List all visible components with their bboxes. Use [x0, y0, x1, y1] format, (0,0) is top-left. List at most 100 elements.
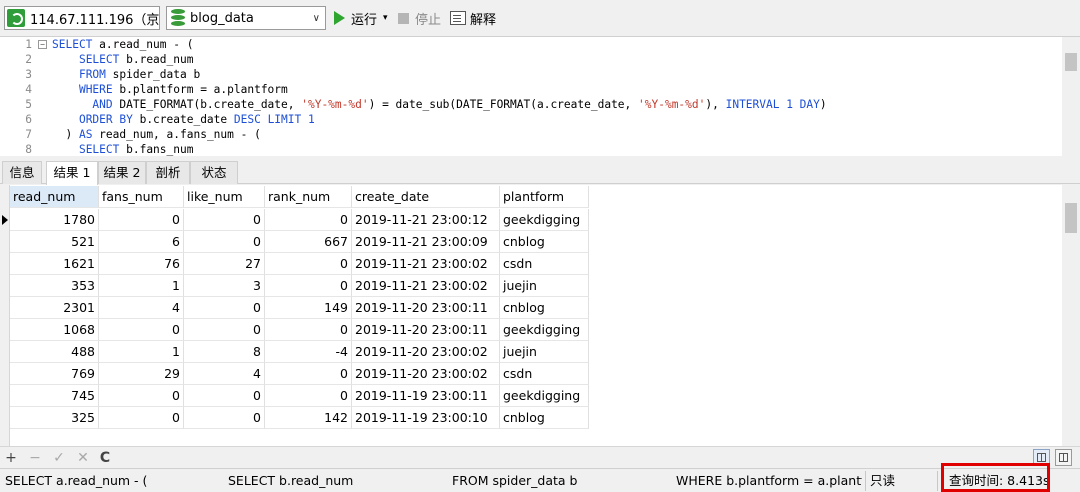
- table-cell[interactable]: 0: [265, 209, 352, 231]
- table-cell[interactable]: 4: [99, 297, 184, 319]
- table-cell[interactable]: 0: [265, 253, 352, 275]
- table-cell[interactable]: 2019-11-21 23:00:02: [352, 275, 500, 297]
- table-cell[interactable]: 1780: [10, 209, 99, 231]
- table-cell[interactable]: 667: [265, 231, 352, 253]
- discard-changes-icon[interactable]: ✕: [74, 449, 92, 467]
- table-cell[interactable]: 0: [184, 319, 265, 341]
- table-cell[interactable]: 2019-11-20 23:00:02: [352, 341, 500, 363]
- table-cell[interactable]: geekdigging: [500, 319, 589, 341]
- delete-record-icon[interactable]: −: [26, 449, 44, 467]
- code-line[interactable]: 7 ) AS read_num, a.fans_num - (: [0, 127, 1060, 142]
- column-header[interactable]: rank_num: [265, 186, 352, 208]
- column-header[interactable]: plantform: [500, 186, 589, 208]
- table-cell[interactable]: 325: [10, 407, 99, 429]
- table-cell[interactable]: 0: [184, 407, 265, 429]
- tab-info[interactable]: 信息: [2, 161, 42, 184]
- table-cell[interactable]: 0: [99, 407, 184, 429]
- table-cell[interactable]: 0: [184, 231, 265, 253]
- tab-status[interactable]: 状态: [190, 161, 238, 184]
- code-line[interactable]: 8 SELECT b.fans_num: [0, 142, 1060, 156]
- code-line[interactable]: 6 ORDER BY b.create_date DESC LIMIT 1: [0, 112, 1060, 127]
- table-cell[interactable]: cnblog: [500, 297, 589, 319]
- table-cell[interactable]: 2019-11-20 23:00:11: [352, 297, 500, 319]
- table-cell[interactable]: cnblog: [500, 231, 589, 253]
- run-button[interactable]: 运行 ▾: [334, 8, 388, 28]
- table-cell[interactable]: 0: [99, 319, 184, 341]
- tab-result-2[interactable]: 结果 2: [98, 161, 146, 184]
- table-cell[interactable]: 0: [99, 385, 184, 407]
- table-cell[interactable]: juejin: [500, 275, 589, 297]
- table-cell[interactable]: 521: [10, 231, 99, 253]
- table-cell[interactable]: 2301: [10, 297, 99, 319]
- tab-profile[interactable]: 剖析: [146, 161, 190, 184]
- table-cell[interactable]: 0: [184, 209, 265, 231]
- stop-icon: [398, 12, 409, 24]
- table-cell[interactable]: cnblog: [500, 407, 589, 429]
- table-cell[interactable]: 0: [265, 363, 352, 385]
- editor-scrollbar[interactable]: [1062, 37, 1080, 156]
- table-cell[interactable]: 0: [184, 297, 265, 319]
- table-cell[interactable]: 3: [184, 275, 265, 297]
- table-cell[interactable]: csdn: [500, 363, 589, 385]
- code-line[interactable]: 2 SELECT b.read_num: [0, 52, 1060, 67]
- table-cell[interactable]: 142: [265, 407, 352, 429]
- tab-result-1[interactable]: 结果 1: [46, 161, 98, 185]
- database-select[interactable]: blog_data ∨: [166, 6, 326, 30]
- code-line[interactable]: 3 FROM spider_data b: [0, 67, 1060, 82]
- column-header[interactable]: read_num: [10, 186, 99, 208]
- connection-select[interactable]: 114.67.111.196（京东: [4, 6, 160, 30]
- code-line[interactable]: 5 AND DATE_FORMAT(b.create_date, '%Y-%m-…: [0, 97, 1060, 112]
- grid-scrollbar[interactable]: [1062, 185, 1080, 446]
- table-cell[interactable]: 0: [265, 385, 352, 407]
- table-cell[interactable]: -4: [265, 341, 352, 363]
- table-cell[interactable]: 0: [265, 275, 352, 297]
- explain-button[interactable]: 解释: [450, 8, 496, 28]
- table-cell[interactable]: 6: [99, 231, 184, 253]
- table-cell[interactable]: 76: [99, 253, 184, 275]
- apply-changes-icon[interactable]: ✓: [50, 449, 68, 467]
- table-cell[interactable]: 8: [184, 341, 265, 363]
- table-cell[interactable]: 4: [184, 363, 265, 385]
- add-record-icon[interactable]: +: [2, 449, 20, 467]
- table-cell[interactable]: 2019-11-20 23:00:02: [352, 363, 500, 385]
- table-cell[interactable]: 29: [99, 363, 184, 385]
- table-cell[interactable]: 2019-11-21 23:00:12: [352, 209, 500, 231]
- grid-scroll-thumb[interactable]: [1065, 203, 1077, 233]
- table-cell[interactable]: 0: [99, 209, 184, 231]
- column-header[interactable]: create_date: [352, 186, 500, 208]
- run-dropdown-icon[interactable]: ▾: [383, 13, 388, 23]
- column-header[interactable]: fans_num: [99, 186, 184, 208]
- column-header[interactable]: like_num: [184, 186, 265, 208]
- table-cell[interactable]: 2019-11-19 23:00:10: [352, 407, 500, 429]
- table-cell[interactable]: 149: [265, 297, 352, 319]
- table-cell[interactable]: csdn: [500, 253, 589, 275]
- table-cell[interactable]: 27: [184, 253, 265, 275]
- table-cell[interactable]: geekdigging: [500, 385, 589, 407]
- table-cell[interactable]: juejin: [500, 341, 589, 363]
- table-cell[interactable]: 745: [10, 385, 99, 407]
- sql-keyword: SELECT: [52, 38, 93, 51]
- stop-button[interactable]: 停止: [398, 8, 441, 28]
- table-cell[interactable]: 488: [10, 341, 99, 363]
- table-cell[interactable]: 769: [10, 363, 99, 385]
- result-grid[interactable]: read_num fans_num like_num rank_num create_d…: [0, 185, 1080, 446]
- table-cell[interactable]: geekdigging: [500, 209, 589, 231]
- code-line[interactable]: 4 WHERE b.plantform = a.plantform: [0, 82, 1060, 97]
- table-cell[interactable]: 0: [265, 319, 352, 341]
- editor-scroll-thumb[interactable]: [1065, 53, 1077, 71]
- table-cell[interactable]: 2019-11-20 23:00:11: [352, 319, 500, 341]
- table-cell[interactable]: 2019-11-21 23:00:02: [352, 253, 500, 275]
- table-cell[interactable]: 1621: [10, 253, 99, 275]
- sql-editor[interactable]: 1− SELECT a.read_num - (2 SELECT b.read_n…: [0, 36, 1080, 156]
- fold-toggle-icon[interactable]: −: [38, 40, 47, 49]
- table-cell[interactable]: 1068: [10, 319, 99, 341]
- table-cell[interactable]: 1: [99, 341, 184, 363]
- refresh-icon[interactable]: C: [96, 449, 114, 467]
- table-cell[interactable]: 2019-11-19 23:00:11: [352, 385, 500, 407]
- table-cell[interactable]: 1: [99, 275, 184, 297]
- code-line[interactable]: 1− SELECT a.read_num - (: [0, 37, 1060, 52]
- form-view-icon[interactable]: [1055, 449, 1072, 466]
- table-cell[interactable]: 0: [184, 385, 265, 407]
- table-cell[interactable]: 353: [10, 275, 99, 297]
- table-cell[interactable]: 2019-11-21 23:00:09: [352, 231, 500, 253]
